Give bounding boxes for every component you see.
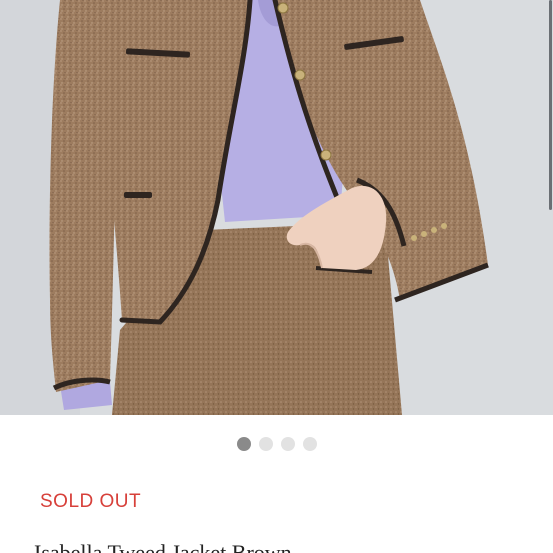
- sold-out-badge: SOLD OUT: [40, 491, 142, 512]
- carousel-dot-2[interactable]: [258, 437, 273, 451]
- carousel-dot-1[interactable]: [236, 437, 251, 451]
- product-page: SOLD OUT Isabella Tweed Jacket Brown: [0, 0, 553, 553]
- image-scrollbar-thumb[interactable]: [549, 0, 552, 210]
- product-image[interactable]: [0, 0, 553, 415]
- tweed-jacket-illustration: [0, 0, 553, 415]
- carousel-indicator: [0, 436, 553, 452]
- product-title: Isabella Tweed Jacket Brown: [34, 540, 292, 553]
- carousel-dot-3[interactable]: [280, 437, 295, 451]
- carousel-dot-4[interactable]: [302, 437, 317, 451]
- image-scrollbar[interactable]: [548, 0, 553, 415]
